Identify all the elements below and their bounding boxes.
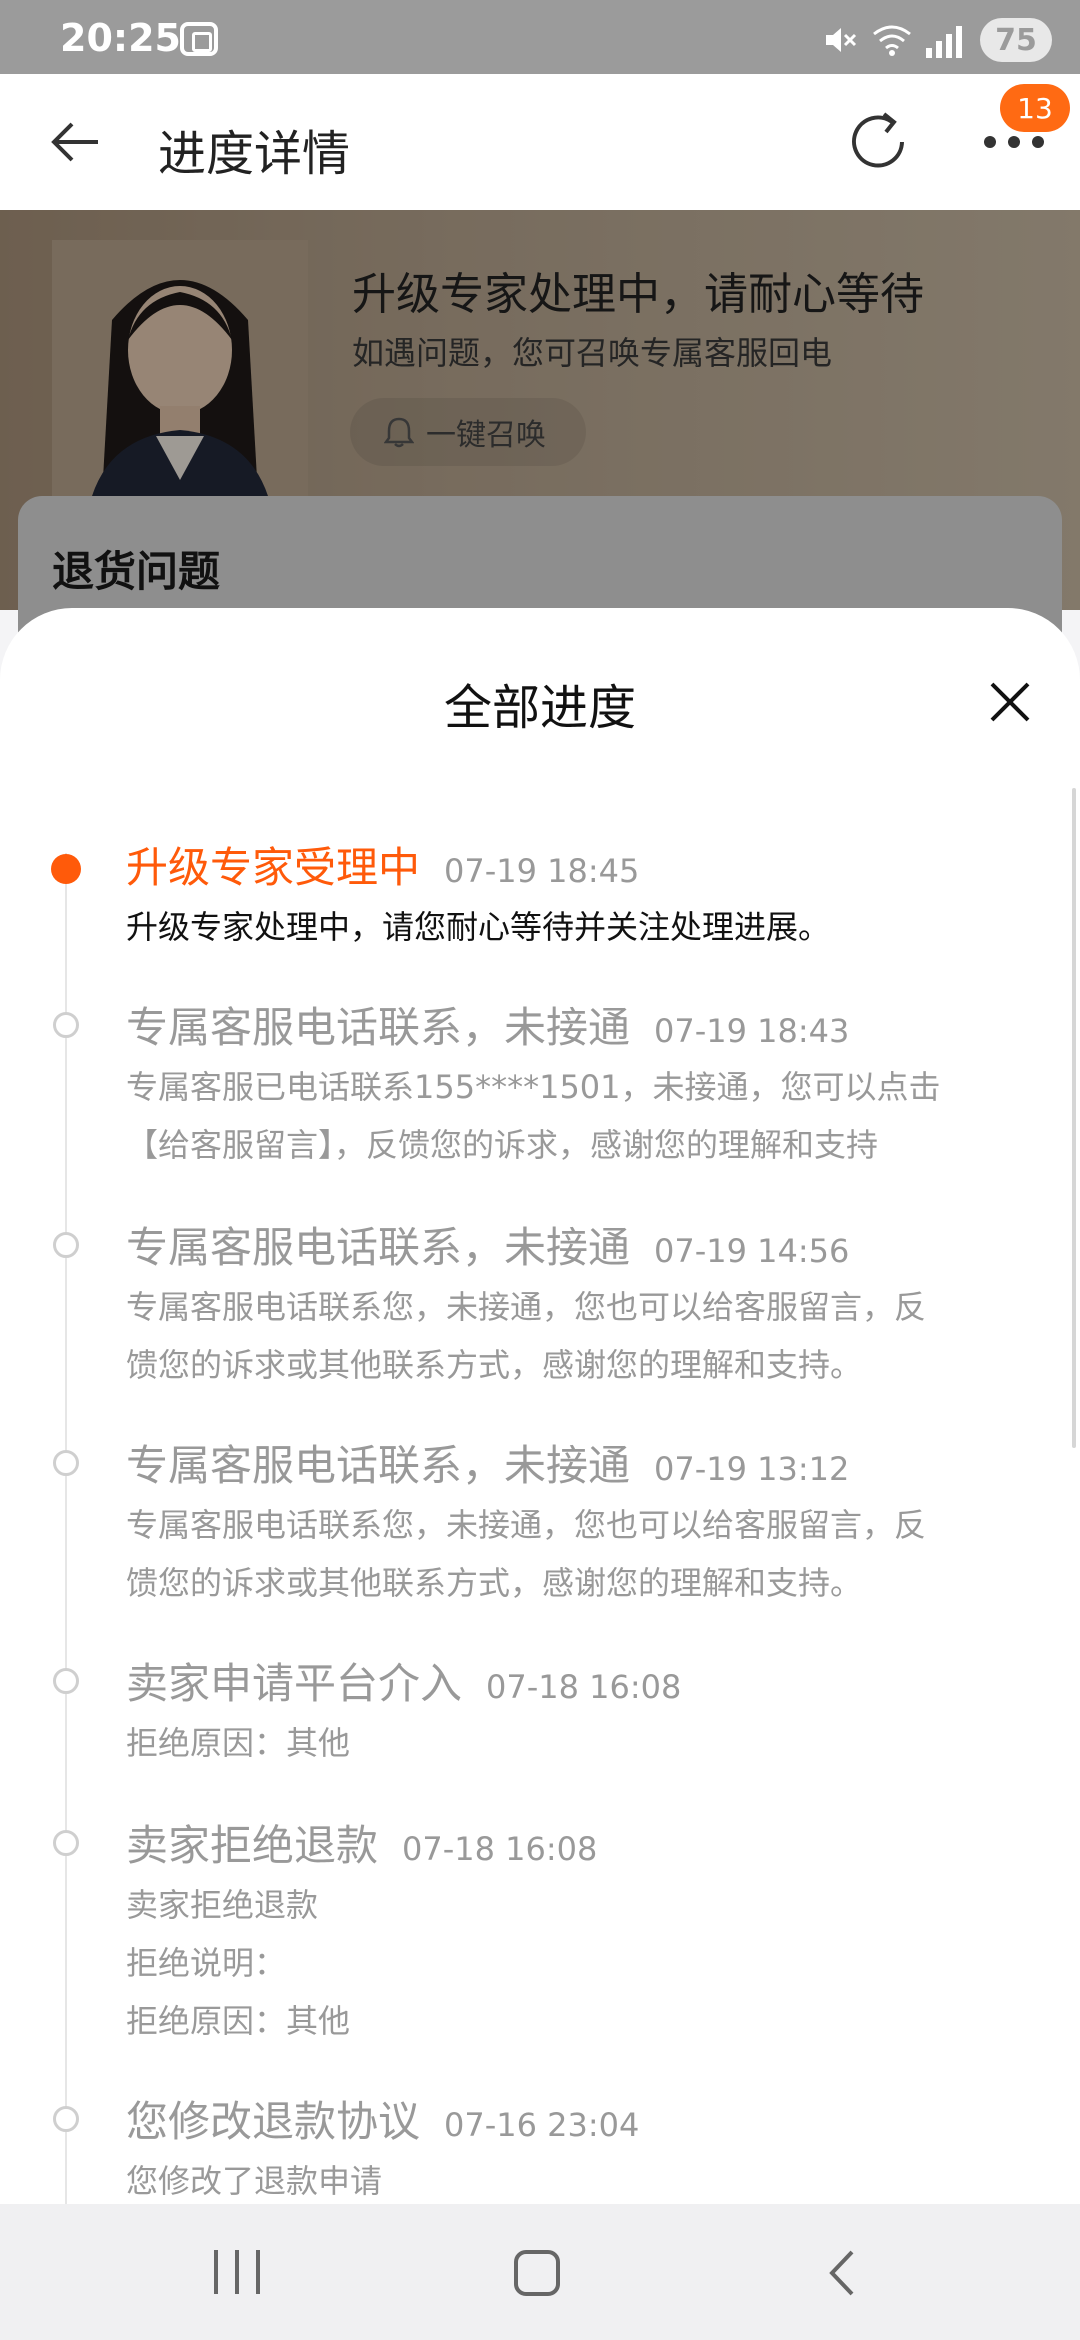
event-description: 拒绝说明： xyxy=(126,1944,287,1982)
app-header: 进度详情 xyxy=(0,74,1080,210)
status-bar: 20:25 75 xyxy=(0,0,1080,74)
event-time: 07-18 16:08 xyxy=(486,1668,682,1706)
event-description: 拒绝原因：其他 xyxy=(126,2002,351,2040)
event-description: 卖家拒绝退款 xyxy=(126,1886,319,1924)
event-time: 07-19 18:43 xyxy=(654,1012,850,1050)
scrollbar[interactable] xyxy=(1072,788,1076,1448)
more-dots-icon xyxy=(984,136,1044,148)
system-nav-bar xyxy=(0,2204,1080,2340)
event-time: 07-18 16:08 xyxy=(402,1830,598,1868)
event-title: 卖家拒绝退款 xyxy=(126,1821,379,1870)
event-description: 您修改了退款申请 xyxy=(126,2162,383,2200)
event-title: 专属客服电话联系，未接通 xyxy=(126,1223,631,1272)
issue-card-title: 退货问题 xyxy=(52,547,221,596)
wifi-icon xyxy=(873,25,911,56)
signal-icon xyxy=(926,22,966,58)
timeline-dot xyxy=(53,1012,79,1038)
event-time: 07-19 13:12 xyxy=(654,1450,850,1488)
progress-sheet: 全部进度 升级专家受理中 07-19 18:45 升级专家处理中，请您耐心等待并关… xyxy=(0,608,1080,2204)
event-title: 您修改退款协议 xyxy=(126,2097,421,2146)
timeline-line xyxy=(65,853,67,2204)
timeline-dot xyxy=(53,1830,79,1856)
event-time: 07-19 14:56 xyxy=(654,1232,850,1270)
status-time: 20:25 xyxy=(60,16,181,60)
refresh-icon[interactable] xyxy=(840,104,916,180)
event-title: 升级专家受理中 xyxy=(126,843,421,892)
timeline-dot xyxy=(53,1232,79,1258)
timeline-dot xyxy=(53,1668,79,1694)
battery-indicator: 75 xyxy=(980,18,1052,62)
event-description: 拒绝原因：其他 xyxy=(126,1724,351,1762)
home-button[interactable] xyxy=(514,2250,560,2296)
page-title: 进度详情 xyxy=(158,126,351,182)
event-description: 专属客服已电话联系155****1501，未接通，您可以点击 xyxy=(126,1068,941,1106)
sheet-title: 全部进度 xyxy=(443,680,636,736)
screenshot-icon xyxy=(180,22,218,56)
event-description: 馈您的诉求或其他联系方式，感谢您的理解和支持。 xyxy=(126,1346,863,1384)
nav-back-icon[interactable] xyxy=(820,2248,864,2298)
event-description: 升级专家处理中，请您耐心等待并关注处理进展。 xyxy=(126,908,831,946)
event-description: 专属客服电话联系您，未接通，您也可以给客服留言，反 xyxy=(126,1506,927,1544)
event-time: 07-19 18:45 xyxy=(444,852,640,890)
close-icon[interactable] xyxy=(978,670,1042,734)
timeline-dot xyxy=(53,2106,79,2132)
event-time: 07-16 23:04 xyxy=(444,2106,640,2144)
status-icons: 75 xyxy=(820,18,1052,62)
back-arrow-icon[interactable] xyxy=(44,110,108,174)
event-description: 【给客服留言】，反馈您的诉求，感谢您的理解和支持 xyxy=(126,1126,879,1164)
timeline-dot-active xyxy=(51,854,81,884)
mute-icon xyxy=(826,28,857,52)
event-description: 专属客服电话联系您，未接通，您也可以给客服留言，反 xyxy=(126,1288,927,1326)
notification-badge: 13 xyxy=(1000,84,1070,132)
event-title: 专属客服电话联系，未接通 xyxy=(126,1441,631,1490)
timeline-dot xyxy=(53,1450,79,1476)
event-title: 专属客服电话联系，未接通 xyxy=(126,1003,631,1052)
recent-apps-button[interactable] xyxy=(214,2250,260,2294)
event-title: 卖家申请平台介入 xyxy=(126,1659,463,1708)
event-description: 馈您的诉求或其他联系方式，感谢您的理解和支持。 xyxy=(126,1564,863,1602)
